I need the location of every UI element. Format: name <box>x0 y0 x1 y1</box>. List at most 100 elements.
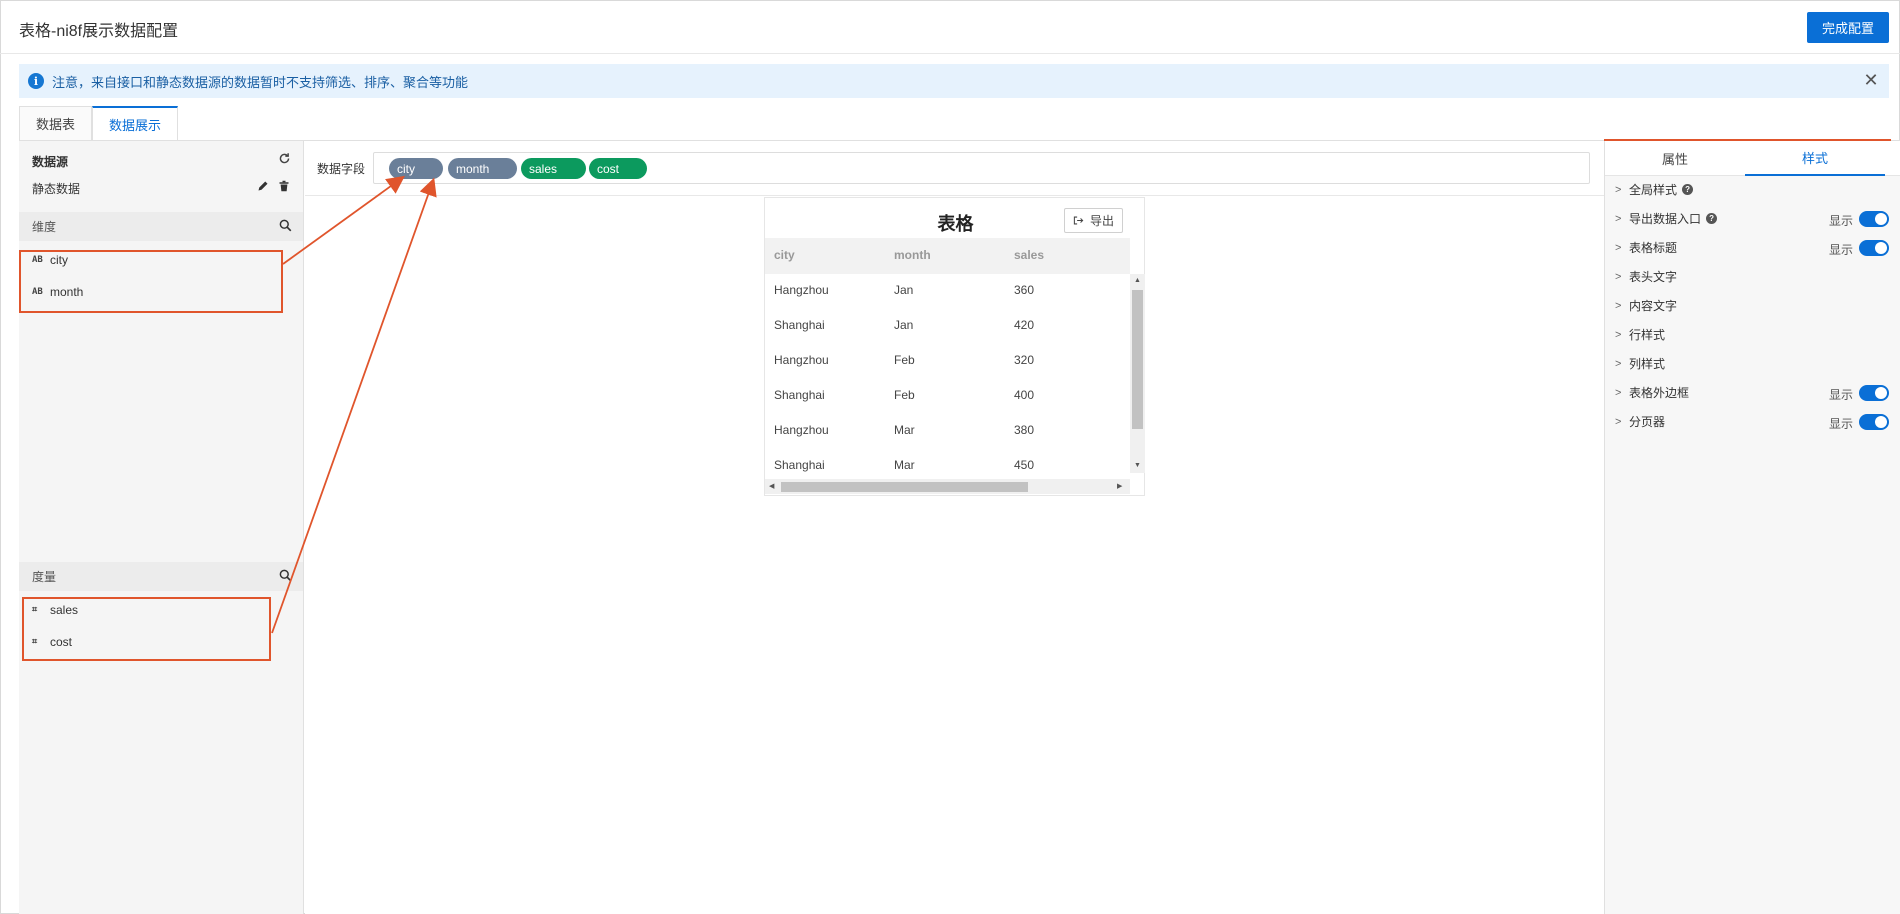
field-pill-cost[interactable]: cost <box>589 158 647 179</box>
scroll-down-icon[interactable]: ▼ <box>1134 462 1141 469</box>
table-cell: Hangzhou <box>774 353 829 367</box>
chevron-right-icon: > <box>1615 328 1622 341</box>
show-label: 显示 <box>1828 214 1853 228</box>
setting-label: 全局样式 <box>1629 183 1678 197</box>
table-cell: 360 <box>1014 283 1035 297</box>
help-icon[interactable]: ? <box>1706 213 1718 224</box>
setting-global-style[interactable]: > 全局样式 ? <box>1615 175 1895 204</box>
page-title: 表格-ni8f展示数据配置 <box>19 23 179 40</box>
table-cell: Feb <box>894 388 915 402</box>
measure-section-header: 度量 <box>19 562 303 591</box>
setting-label: 表头文字 <box>1629 270 1678 284</box>
chevron-right-icon: > <box>1615 241 1622 254</box>
table-cell: Mar <box>894 458 915 472</box>
table-cell: Shanghai <box>774 318 825 332</box>
edit-icon[interactable] <box>257 180 269 195</box>
setting-label: 表格标题 <box>1629 241 1678 255</box>
table-row: Hangzhou Jan 360 <box>765 274 1130 309</box>
style-panel: 属性 样式 > 全局样式 ? > 导出数据入口 ? 显示 > 表格标题 显示 >… <box>1604 141 1900 914</box>
export-icon <box>1073 216 1084 225</box>
table-row: Hangzhou Feb 320 <box>765 344 1130 379</box>
horizontal-scrollbar[interactable]: ◀ ▶ <box>765 479 1130 494</box>
show-toggle[interactable] <box>1859 211 1889 227</box>
column-header[interactable]: city <box>774 248 795 262</box>
chevron-right-icon: > <box>1615 299 1622 312</box>
scrollbar-thumb[interactable] <box>781 482 1028 492</box>
table-preview: 表格 导出 city month sales Hangzhou Jan 360 … <box>764 197 1145 496</box>
setting-label: 分页器 <box>1629 415 1666 429</box>
trash-icon[interactable] <box>278 180 290 195</box>
notice-text: 注意，来自接口和静态数据源的数据暂时不支持筛选、排序、聚合等功能 <box>52 74 469 90</box>
data-fields-bar: 数据字段 city month sales cost <box>305 141 1604 196</box>
setting-label: 导出数据入口 <box>1629 212 1702 226</box>
setting-export-entry[interactable]: > 导出数据入口 ? 显示 <box>1615 204 1895 233</box>
show-label: 显示 <box>1828 388 1853 402</box>
tab-data-table[interactable]: 数据表 <box>19 106 93 140</box>
table-cell: Shanghai <box>774 388 825 402</box>
scroll-left-icon[interactable]: ◀ <box>769 482 774 490</box>
field-pill-city[interactable]: city <box>389 158 443 179</box>
main-tabs: 数据表 数据展示 <box>19 106 179 141</box>
show-toggle[interactable] <box>1859 240 1889 256</box>
table-row: Shanghai Jan 420 <box>765 309 1130 344</box>
show-toggle[interactable] <box>1859 385 1889 401</box>
field-pill-sales[interactable]: sales <box>521 158 586 179</box>
datasource-name: 静态数据 <box>32 182 81 196</box>
chevron-right-icon: > <box>1615 270 1622 283</box>
table-cell: Hangzhou <box>774 423 829 437</box>
table-cell: Feb <box>894 353 915 367</box>
preview-area: 数据字段 city month sales cost 表格 导出 city mo… <box>305 141 1604 914</box>
scroll-right-icon[interactable]: ▶ <box>1117 482 1122 490</box>
tab-style[interactable]: 样式 <box>1745 141 1885 176</box>
setting-header-text[interactable]: > 表头文字 <box>1615 262 1895 291</box>
scrollbar-thumb[interactable] <box>1132 290 1143 429</box>
refresh-icon[interactable] <box>278 152 291 168</box>
table-cell: Jan <box>894 318 914 332</box>
search-icon[interactable] <box>279 219 292 235</box>
tab-data-display[interactable]: 数据展示 <box>92 106 179 141</box>
datasource-title: 数据源 <box>32 155 69 169</box>
table-row: Hangzhou Mar 380 <box>765 414 1130 449</box>
setting-label: 列样式 <box>1629 357 1666 371</box>
data-fields-dropzone[interactable]: city month sales cost <box>373 152 1590 184</box>
table-cell: 320 <box>1014 353 1035 367</box>
table-cell: 420 <box>1014 318 1035 332</box>
chevron-right-icon: > <box>1615 212 1622 225</box>
table-cell: 380 <box>1014 423 1035 437</box>
setting-table-border[interactable]: > 表格外边框 显示 <box>1615 378 1895 407</box>
column-header[interactable]: month <box>894 248 931 262</box>
search-icon[interactable] <box>279 569 292 585</box>
table-cell: 450 <box>1014 458 1035 472</box>
setting-table-title[interactable]: > 表格标题 显示 <box>1615 233 1895 262</box>
setting-row-style[interactable]: > 行样式 <box>1615 320 1895 349</box>
table-header: city month sales <box>765 238 1130 274</box>
table-cell: Hangzhou <box>774 283 829 297</box>
info-icon: i <box>28 73 44 89</box>
measure-highlight-box <box>22 597 271 661</box>
dimension-section-header: 维度 <box>19 212 303 241</box>
setting-pagination[interactable]: > 分页器 显示 <box>1615 407 1895 436</box>
setting-label: 行样式 <box>1629 328 1666 342</box>
property-tabs: 属性 样式 <box>1605 141 1900 176</box>
vertical-scrollbar[interactable]: ▲ ▼ <box>1130 274 1145 473</box>
setting-column-style[interactable]: > 列样式 <box>1615 349 1895 378</box>
column-header[interactable]: sales <box>1014 248 1044 262</box>
field-pill-month[interactable]: month <box>448 158 517 179</box>
close-icon[interactable]: ✕ <box>1863 71 1879 89</box>
chevron-right-icon: > <box>1615 386 1622 399</box>
notice-banner: i 注意，来自接口和静态数据源的数据暂时不支持筛选、排序、聚合等功能 ✕ <box>19 64 1889 98</box>
setting-label: 表格外边框 <box>1629 386 1690 400</box>
setting-content-text[interactable]: > 内容文字 <box>1615 291 1895 320</box>
finish-config-button[interactable]: 完成配置 <box>1807 12 1889 43</box>
data-fields-label: 数据字段 <box>317 162 366 176</box>
tab-properties[interactable]: 属性 <box>1605 141 1745 176</box>
measure-title: 度量 <box>32 570 57 584</box>
table-cell: Shanghai <box>774 458 825 472</box>
export-button[interactable]: 导出 <box>1064 208 1123 233</box>
table-row: Shanghai Feb 400 <box>765 379 1130 414</box>
chevron-right-icon: > <box>1615 183 1622 196</box>
help-icon[interactable]: ? <box>1682 184 1694 195</box>
show-label: 显示 <box>1828 243 1853 257</box>
show-toggle[interactable] <box>1859 414 1889 430</box>
scroll-up-icon[interactable]: ▲ <box>1134 277 1141 284</box>
